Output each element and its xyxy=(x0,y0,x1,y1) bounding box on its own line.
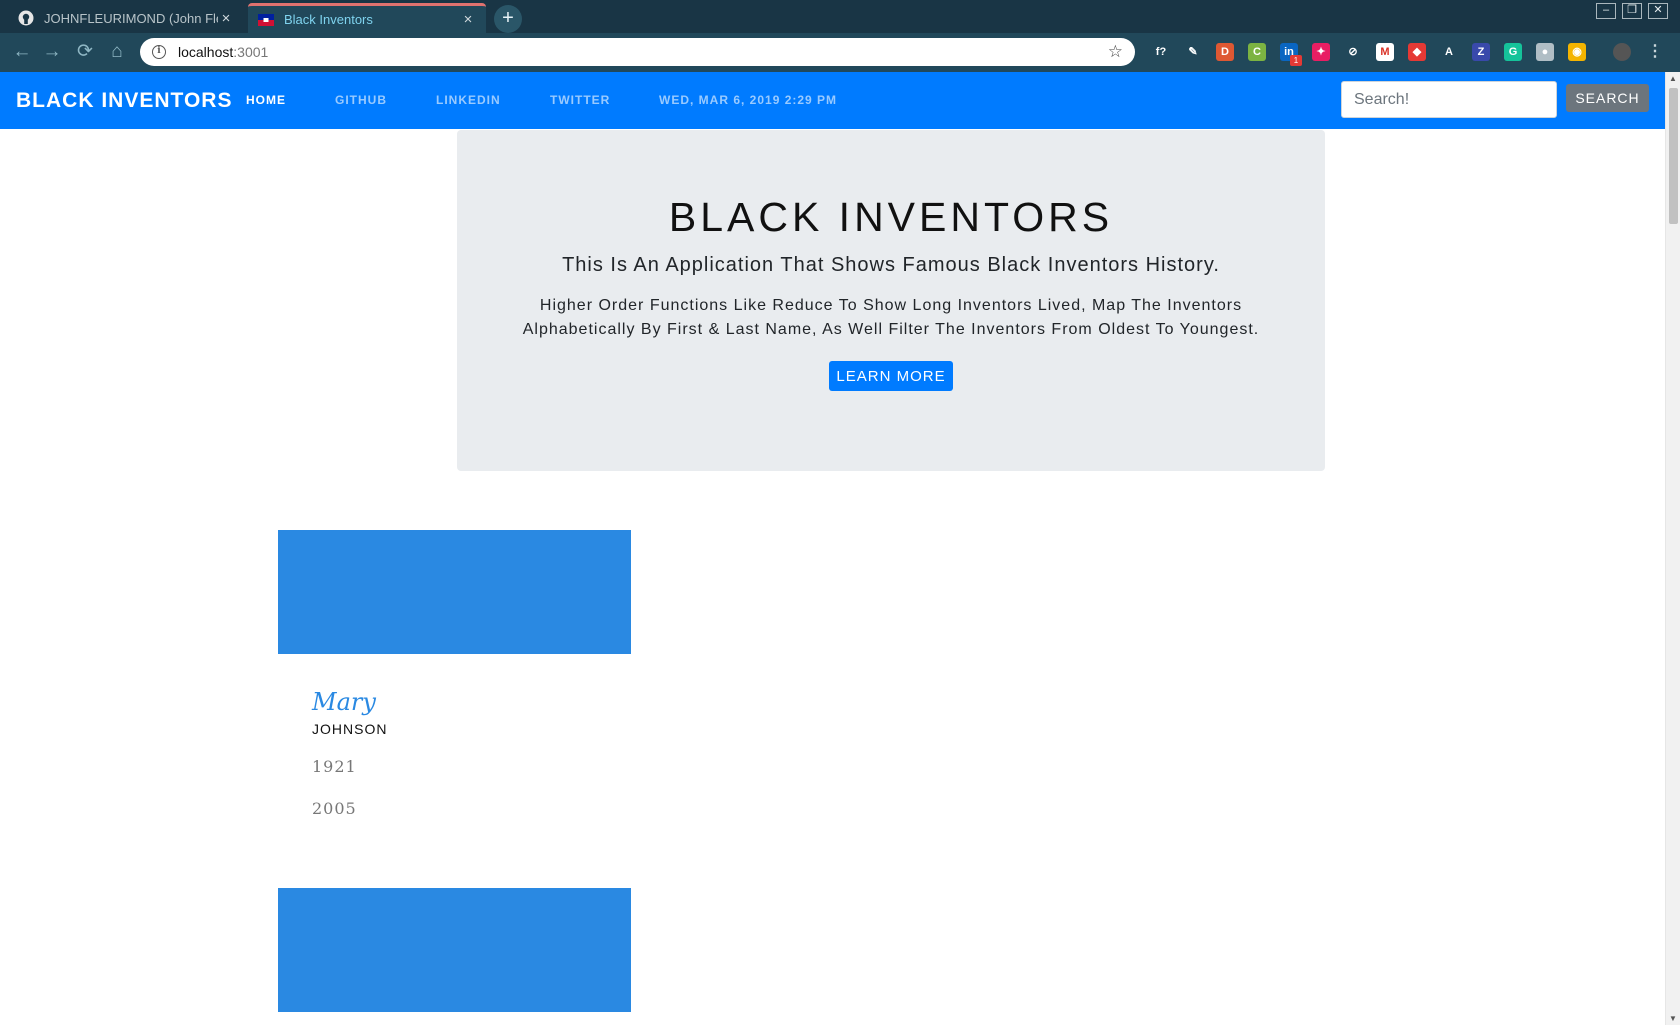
cors-icon[interactable]: C xyxy=(1248,43,1266,61)
nav-date: WED, MAR 6, 2019 2:29 PM xyxy=(659,93,838,107)
site-navbar: BLACK INVENTORS HOME GITHUB LINKEDIN TWI… xyxy=(0,72,1665,129)
search-input[interactable] xyxy=(1341,81,1557,118)
duckduckgo-icon[interactable]: D xyxy=(1216,43,1234,61)
nav-linkedin[interactable]: LINKEDIN xyxy=(436,93,501,107)
profile-avatar[interactable] xyxy=(1613,43,1631,61)
site-brand[interactable]: BLACK INVENTORS xyxy=(16,89,232,113)
circle-a-icon[interactable]: A xyxy=(1440,43,1458,61)
hero-subtitle: This Is An Application That Shows Famous… xyxy=(562,254,1220,276)
scroll-down-icon[interactable]: ▼ xyxy=(1669,1014,1677,1023)
address-bar[interactable]: i localhost :3001 ☆ xyxy=(140,38,1135,66)
tab-black-inventors[interactable]: Black Inventors × xyxy=(248,3,486,33)
nav-github[interactable]: GITHUB xyxy=(335,93,387,107)
tab-close-icon[interactable]: × xyxy=(218,10,234,27)
pen-icon[interactable]: ✎ xyxy=(1184,43,1202,61)
learn-more-button[interactable]: LEARN MORE xyxy=(829,361,953,391)
back-icon[interactable]: ← xyxy=(10,41,34,65)
tab-github[interactable]: JOHNFLEURIMOND (John Fleuri × xyxy=(8,3,244,33)
inventor-last-name: JOHNSON xyxy=(312,721,388,737)
grammarly-icon[interactable]: G xyxy=(1504,43,1522,61)
tab-title: Black Inventors xyxy=(284,12,373,27)
nav-home[interactable]: HOME xyxy=(246,93,286,107)
bookmark-star-icon[interactable]: ☆ xyxy=(1108,42,1123,62)
inventor-card-banner xyxy=(278,888,631,1012)
new-tab-button[interactable]: + xyxy=(494,5,522,33)
nav-twitter[interactable]: TWITTER xyxy=(550,93,610,107)
globe-icon[interactable]: ● xyxy=(1536,43,1554,61)
tab-title: JOHNFLEURIMOND (John Fleuri xyxy=(44,10,218,26)
z-icon[interactable]: Z xyxy=(1472,43,1490,61)
browser-toolbar: ← → ⟳ ⌂ i localhost :3001 ☆ f? ✎ D Cin 1 ✦ ⊘ M ◆… xyxy=(0,33,1680,72)
home-icon[interactable]: ⌂ xyxy=(105,41,129,65)
inventor-card-banner xyxy=(278,530,631,654)
browser-tab-bar: JOHNFLEURIMOND (John Fleuri × Black Inve… xyxy=(0,0,1680,33)
github-icon xyxy=(18,10,34,26)
inventor-birth-year: 1921 xyxy=(312,757,357,776)
minimize-button[interactable]: – xyxy=(1596,3,1616,19)
chrome-icon[interactable]: ◉ xyxy=(1568,43,1586,61)
inventor-death-year: 2005 xyxy=(312,799,357,818)
bird-icon[interactable]: ✦ xyxy=(1312,43,1330,61)
address-host: localhost xyxy=(178,44,234,60)
forward-icon[interactable]: → xyxy=(40,41,64,65)
haiti-flag-icon xyxy=(258,12,274,28)
hero-title: BLACK INVENTORS xyxy=(668,194,1114,240)
gmail-icon[interactable]: M xyxy=(1376,43,1394,61)
block-icon[interactable]: ⊘ xyxy=(1344,43,1362,61)
inventor-first-name: Mary xyxy=(312,688,376,716)
restore-button[interactable]: ❐ xyxy=(1622,3,1642,19)
reload-icon[interactable]: ⟳ xyxy=(73,41,97,65)
tab-close-icon[interactable]: × xyxy=(460,11,476,28)
info-icon[interactable]: i xyxy=(152,45,166,59)
fx-icon[interactable]: f? xyxy=(1152,43,1170,61)
search-button[interactable]: SEARCH xyxy=(1566,84,1649,112)
puzzle-icon[interactable]: ◆ xyxy=(1408,43,1426,61)
address-port: :3001 xyxy=(233,44,269,60)
scroll-thumb[interactable] xyxy=(1669,88,1678,224)
hero-description: Higher Order Functions Like Reduce To Sh… xyxy=(522,297,1260,338)
scroll-up-icon[interactable]: ▲ xyxy=(1669,74,1677,83)
close-window-button[interactable]: ✕ xyxy=(1648,3,1668,19)
page-scrollbar[interactable]: ▲ ▼ xyxy=(1665,72,1680,1025)
hero-jumbotron: BLACK INVENTORS This Is An Application T… xyxy=(457,130,1325,471)
linkedin-badge: 1 xyxy=(1290,55,1302,66)
menu-icon[interactable]: ⋮ xyxy=(1646,43,1664,61)
